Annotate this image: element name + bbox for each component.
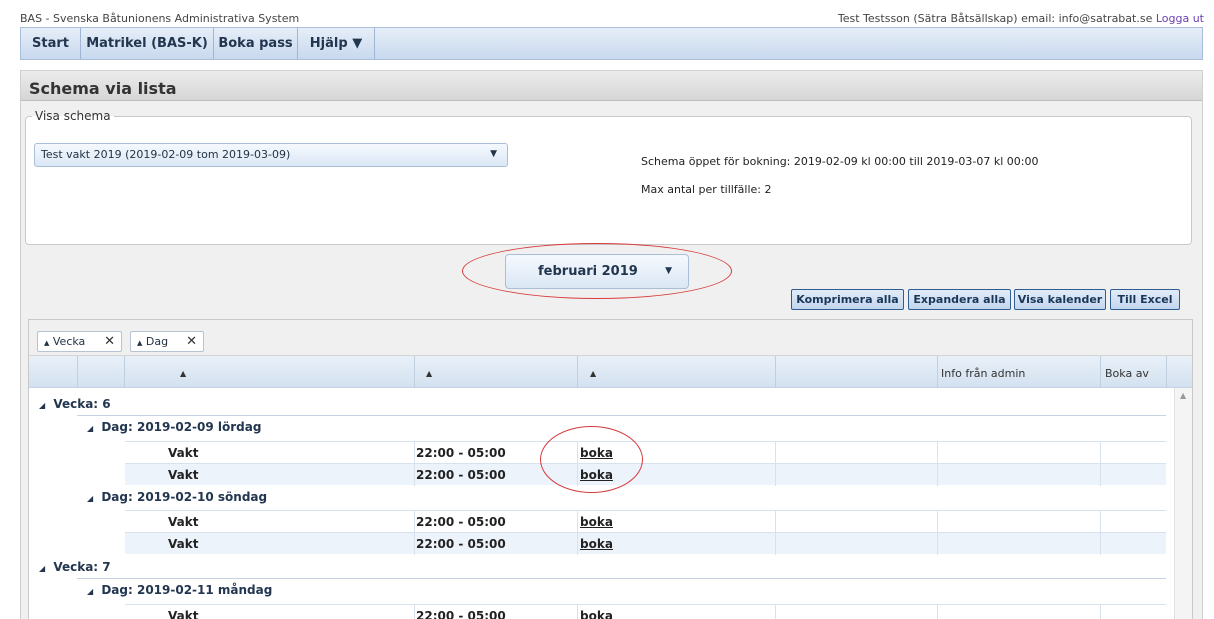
group-day-label: Dag: 2019-02-09 lördag: [101, 420, 262, 434]
nav-matrikel[interactable]: Matrikel (BAS-K): [81, 28, 214, 59]
group-week-label: Vecka: 6: [53, 397, 111, 411]
chevron-down-icon: ▼: [665, 266, 672, 276]
schema-open-info: Schema öppet för bokning: 2019-02-09 kl …: [641, 155, 1039, 168]
schema-select[interactable]: Test vakt 2019 (2019-02-09 tom 2019-03-0…: [34, 143, 508, 167]
nav-start[interactable]: Start: [21, 28, 81, 59]
table-row: Vakt 22:00 - 05:00 boka: [125, 604, 1166, 619]
app-title: BAS - Svenska Båtunionens Administrativa…: [20, 12, 300, 25]
table-row: Vakt 22:00 - 05:00 boka: [125, 441, 1166, 464]
visa-schema-legend: Visa schema: [35, 109, 111, 123]
expanded-icon[interactable]: ◢: [87, 587, 93, 596]
group-week-label: Vecka: 7: [53, 560, 111, 574]
logout-link[interactable]: Logga ut: [1156, 12, 1204, 25]
user-email: info@satrabat.se: [1058, 12, 1153, 25]
table-row: Vakt 22:00 - 05:00 boka: [125, 463, 1166, 486]
boka-link[interactable]: boka: [580, 446, 613, 460]
info-admin-header[interactable]: Info från admin: [941, 367, 1025, 380]
group-chip-label: Dag: [145, 335, 169, 348]
group-chip-vecka[interactable]: ▲ Vecka ✕: [37, 331, 122, 352]
max-per-slot-info: Max antal per tillfälle: 2: [641, 183, 772, 196]
expanded-icon[interactable]: ◢: [87, 494, 93, 503]
boka-av-header[interactable]: Boka av: [1105, 367, 1149, 380]
sort-action-header[interactable]: ▲: [590, 369, 596, 378]
vertical-scrollbar[interactable]: ▲: [1174, 388, 1192, 619]
close-icon[interactable]: ✕: [186, 334, 197, 349]
boka-link[interactable]: boka: [580, 537, 613, 551]
slot-name: Vakt: [168, 446, 199, 460]
month-select[interactable]: februari 2019 ▼: [505, 254, 689, 289]
column-header: ▲ ▲ ▲ Info från admin Boka av: [29, 356, 1192, 388]
group-row-day-0209[interactable]: ◢ Dag: 2019-02-09 lördag: [87, 420, 261, 434]
nav-hjalp[interactable]: Hjälp ▼: [298, 28, 375, 59]
slot-time: 22:00 - 05:00: [416, 609, 506, 619]
export-excel-button[interactable]: Till Excel: [1110, 289, 1180, 310]
expanded-icon[interactable]: ◢: [39, 564, 45, 573]
schema-select-value: Test vakt 2019 (2019-02-09 tom 2019-03-0…: [41, 148, 291, 161]
table-row: Vakt 22:00 - 05:00 boka: [125, 532, 1166, 555]
slot-name: Vakt: [168, 537, 199, 551]
content-panel: Schema via lista Visa schema Test vakt 2…: [20, 70, 1203, 619]
group-chip-dag[interactable]: ▲ Dag ✕: [130, 331, 204, 352]
main-nav: Start Matrikel (BAS-K) Boka pass Hjälp ▼: [20, 27, 1203, 60]
schedule-grid: ▲ Vecka ✕ ▲ Dag ✕ ▲ ▲ ▲ Info från admin …: [28, 319, 1193, 619]
group-row-day-0211[interactable]: ◢ Dag: 2019-02-11 måndag: [87, 583, 272, 597]
boka-link[interactable]: boka: [580, 468, 613, 482]
page-title: Schema via lista: [21, 71, 1202, 101]
group-row-week-7[interactable]: ◢ Vecka: 7: [39, 560, 111, 574]
slot-time: 22:00 - 05:00: [416, 468, 506, 482]
group-day-label: Dag: 2019-02-10 söndag: [101, 490, 268, 504]
expanded-icon[interactable]: ◢: [87, 424, 93, 433]
group-row-week-6[interactable]: ◢ Vecka: 6: [39, 397, 111, 411]
group-by-bar: ▲ Vecka ✕ ▲ Dag ✕: [29, 320, 1192, 356]
visa-schema-fieldset: Visa schema Test vakt 2019 (2019-02-09 t…: [25, 109, 1192, 245]
sort-asc-icon: ▲: [44, 339, 50, 347]
slot-name: Vakt: [168, 468, 199, 482]
slot-name: Vakt: [168, 609, 199, 619]
show-calendar-button[interactable]: Visa kalender: [1014, 289, 1106, 310]
boka-link[interactable]: boka: [580, 609, 613, 619]
top-bar: BAS - Svenska Båtunionens Administrativa…: [20, 10, 1204, 27]
month-select-value: februari 2019: [538, 264, 638, 279]
email-label: email:: [1021, 12, 1056, 25]
group-day-label: Dag: 2019-02-11 måndag: [101, 583, 273, 597]
slot-time: 22:00 - 05:00: [416, 446, 506, 460]
scroll-up-icon[interactable]: ▲: [1180, 391, 1186, 400]
close-icon[interactable]: ✕: [104, 334, 115, 349]
expand-all-button[interactable]: Expandera alla: [908, 289, 1011, 310]
slot-time: 22:00 - 05:00: [416, 515, 506, 529]
sort-time-header[interactable]: ▲: [426, 369, 432, 378]
boka-link[interactable]: boka: [580, 515, 613, 529]
slot-name: Vakt: [168, 515, 199, 529]
group-chip-label: Vecka: [52, 335, 86, 348]
user-info: Test Testsson (Sätra Båtsällskap) email:…: [838, 12, 1204, 25]
expanded-icon[interactable]: ◢: [39, 401, 45, 410]
sort-asc-icon: ▲: [137, 339, 143, 347]
slot-time: 22:00 - 05:00: [416, 537, 506, 551]
table-row: Vakt 22:00 - 05:00 boka: [125, 510, 1166, 533]
group-row-day-0210[interactable]: ◢ Dag: 2019-02-10 söndag: [87, 490, 267, 504]
sort-name-header[interactable]: ▲: [180, 369, 186, 378]
user-name: Test Testsson (Sätra Båtsällskap): [837, 12, 1018, 25]
nav-boka-pass[interactable]: Boka pass: [214, 28, 298, 59]
chevron-down-icon: ▼: [490, 149, 497, 159]
compress-all-button[interactable]: Komprimera alla: [791, 289, 904, 310]
